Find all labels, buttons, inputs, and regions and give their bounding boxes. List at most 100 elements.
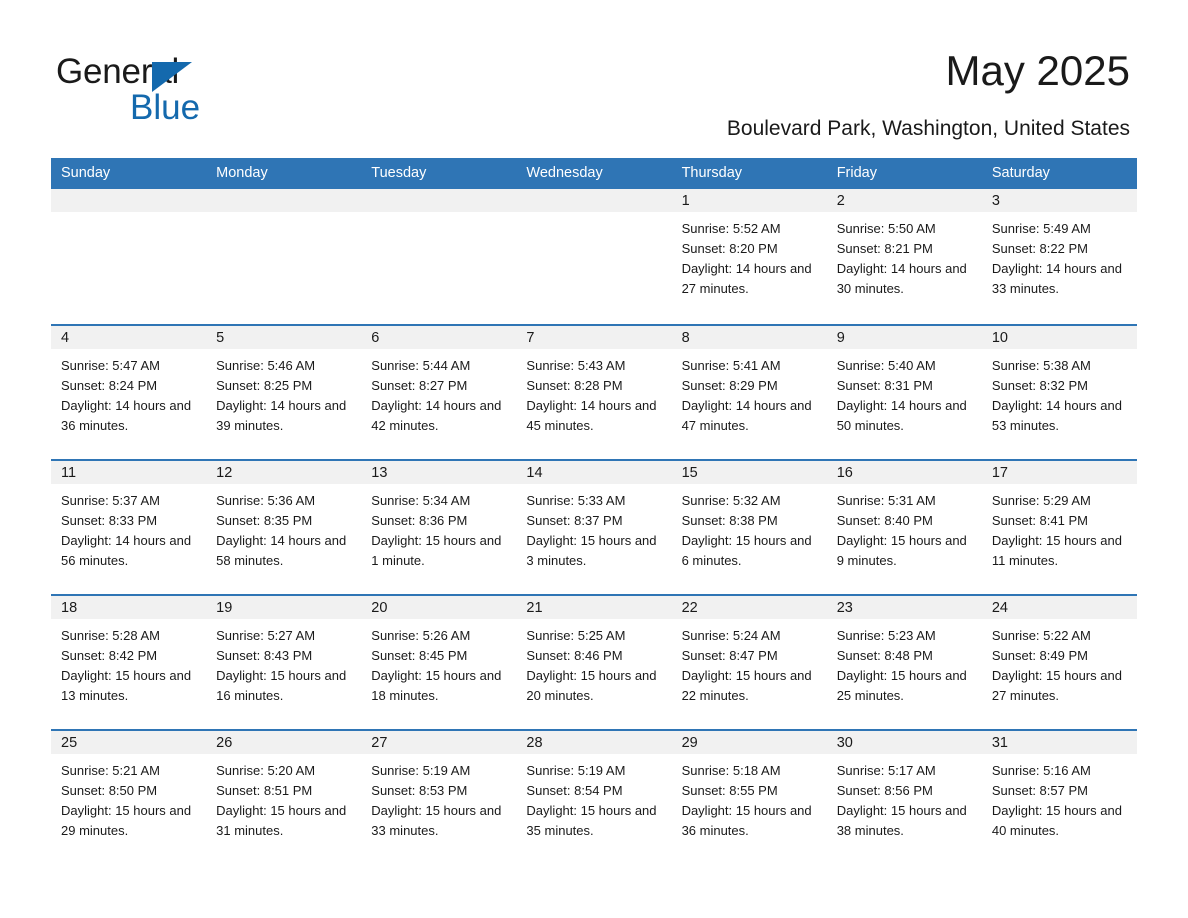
calendar-day-cell[interactable]: 10 Sunrise: 5:38 AM Sunset: 8:32 PM Dayligh… — [981, 324, 1137, 459]
day-details: Sunrise: 5:32 AM Sunset: 8:38 PM Daylight:… — [672, 484, 827, 571]
calendar-day-cell[interactable]: 28 Sunrise: 5:19 AM Sunset: 8:54 PM Dayligh… — [516, 729, 672, 864]
day-cell[interactable]: 27 Sunrise: 5:19 AM Sunset: 8:53 PM Dayligh… — [361, 729, 517, 864]
day-number: 2 — [826, 189, 982, 212]
day-cell[interactable]: 20 Sunrise: 5:26 AM Sunset: 8:45 PM Dayligh… — [361, 594, 517, 729]
sunset-text: Sunset: 8:27 PM — [371, 378, 468, 393]
day-details: Sunrise: 5:17 AM Sunset: 8:56 PM Daylight:… — [827, 754, 982, 841]
calendar-week-row: 18 Sunrise: 5:28 AM Sunset: 8:42 PM Dayligh… — [51, 594, 1137, 729]
weekday-header-friday: Friday — [826, 158, 982, 189]
calendar-day-cell[interactable]: 17 Sunrise: 5:29 AM Sunset: 8:41 PM Dayligh… — [981, 459, 1137, 594]
calendar-day-cell[interactable]: 7 Sunrise: 5:43 AM Sunset: 8:28 PM Daylight… — [516, 324, 672, 459]
day-cell[interactable]: 14 Sunrise: 5:33 AM Sunset: 8:37 PM Dayligh… — [516, 459, 672, 594]
calendar-day-cell[interactable]: 26 Sunrise: 5:20 AM Sunset: 8:51 PM Dayligh… — [206, 729, 362, 864]
day-cell[interactable]: 4 Sunrise: 5:47 AM Sunset: 8:24 PM Daylight… — [51, 324, 207, 459]
calendar-day-cell[interactable] — [206, 189, 362, 324]
day-cell[interactable]: 26 Sunrise: 5:20 AM Sunset: 8:51 PM Dayligh… — [206, 729, 362, 864]
calendar-day-cell[interactable]: 20 Sunrise: 5:26 AM Sunset: 8:45 PM Dayligh… — [361, 594, 517, 729]
calendar-day-cell[interactable]: 25 Sunrise: 5:21 AM Sunset: 8:50 PM Dayligh… — [51, 729, 207, 864]
calendar-day-cell[interactable]: 30 Sunrise: 5:17 AM Sunset: 8:56 PM Dayligh… — [826, 729, 982, 864]
calendar-day-cell[interactable]: 4 Sunrise: 5:47 AM Sunset: 8:24 PM Daylight… — [51, 324, 207, 459]
day-cell[interactable]: 16 Sunrise: 5:31 AM Sunset: 8:40 PM Dayligh… — [826, 459, 982, 594]
day-cell[interactable]: 19 Sunrise: 5:27 AM Sunset: 8:43 PM Dayligh… — [206, 594, 362, 729]
calendar-day-cell[interactable]: 8 Sunrise: 5:41 AM Sunset: 8:29 PM Daylight… — [671, 324, 827, 459]
calendar-day-cell[interactable]: 31 Sunrise: 5:16 AM Sunset: 8:57 PM Dayligh… — [981, 729, 1137, 864]
daylight-text: Daylight: 14 hours and 58 minutes. — [216, 533, 347, 568]
calendar-day-cell[interactable]: 19 Sunrise: 5:27 AM Sunset: 8:43 PM Dayligh… — [206, 594, 362, 729]
day-cell[interactable]: 10 Sunrise: 5:38 AM Sunset: 8:32 PM Dayligh… — [981, 324, 1137, 459]
daylight-text: Daylight: 15 hours and 9 minutes. — [836, 533, 967, 568]
day-details: Sunrise: 5:41 AM Sunset: 8:29 PM Daylight:… — [672, 349, 827, 436]
day-cell[interactable]: 7 Sunrise: 5:43 AM Sunset: 8:28 PM Daylight… — [516, 324, 672, 459]
day-number: 25 — [51, 731, 207, 754]
day-cell[interactable]: 5 Sunrise: 5:46 AM Sunset: 8:25 PM Daylight… — [206, 324, 362, 459]
logo-text-blue: Blue — [130, 88, 201, 127]
day-cell[interactable]: 9 Sunrise: 5:40 AM Sunset: 8:31 PM Daylight… — [826, 324, 982, 459]
sunset-text: Sunset: 8:35 PM — [216, 513, 313, 528]
day-number: 13 — [361, 461, 517, 484]
sunrise-text: Sunrise: 5:25 AM — [526, 628, 626, 643]
calendar-day-cell[interactable]: 18 Sunrise: 5:28 AM Sunset: 8:42 PM Dayligh… — [51, 594, 207, 729]
day-cell[interactable]: 23 Sunrise: 5:23 AM Sunset: 8:48 PM Dayligh… — [826, 594, 982, 729]
day-details: Sunrise: 5:23 AM Sunset: 8:48 PM Daylight:… — [827, 619, 982, 706]
calendar-day-cell[interactable]: 16 Sunrise: 5:31 AM Sunset: 8:40 PM Dayligh… — [826, 459, 982, 594]
calendar-day-cell[interactable]: 11 Sunrise: 5:37 AM Sunset: 8:33 PM Dayligh… — [51, 459, 207, 594]
day-cell[interactable]: 17 Sunrise: 5:29 AM Sunset: 8:41 PM Dayligh… — [981, 459, 1137, 594]
sunset-text: Sunset: 8:36 PM — [371, 513, 468, 528]
day-cell[interactable]: 24 Sunrise: 5:22 AM Sunset: 8:49 PM Dayligh… — [981, 594, 1137, 729]
day-details: Sunrise: 5:27 AM Sunset: 8:43 PM Daylight:… — [206, 619, 361, 706]
day-cell[interactable]: 15 Sunrise: 5:32 AM Sunset: 8:38 PM Dayligh… — [671, 459, 827, 594]
calendar-day-cell[interactable] — [516, 189, 672, 324]
day-cell[interactable]: 1 Sunrise: 5:52 AM Sunset: 8:20 PM Daylight… — [671, 189, 827, 324]
calendar-day-cell[interactable]: 22 Sunrise: 5:24 AM Sunset: 8:47 PM Dayligh… — [671, 594, 827, 729]
day-details: Sunrise: 5:28 AM Sunset: 8:42 PM Daylight:… — [51, 619, 206, 706]
day-details: Sunrise: 5:40 AM Sunset: 8:31 PM Daylight:… — [827, 349, 982, 436]
day-cell[interactable]: 13 Sunrise: 5:34 AM Sunset: 8:36 PM Dayligh… — [361, 459, 517, 594]
day-cell[interactable]: 21 Sunrise: 5:25 AM Sunset: 8:46 PM Dayligh… — [516, 594, 672, 729]
calendar-day-cell[interactable]: 2 Sunrise: 5:50 AM Sunset: 8:21 PM Daylight… — [826, 189, 982, 324]
calendar-day-cell[interactable]: 24 Sunrise: 5:22 AM Sunset: 8:49 PM Dayligh… — [981, 594, 1137, 729]
calendar-day-cell[interactable]: 3 Sunrise: 5:49 AM Sunset: 8:22 PM Daylight… — [981, 189, 1137, 324]
calendar-day-cell[interactable]: 13 Sunrise: 5:34 AM Sunset: 8:36 PM Dayligh… — [361, 459, 517, 594]
day-cell[interactable]: 6 Sunrise: 5:44 AM Sunset: 8:27 PM Daylight… — [361, 324, 517, 459]
day-number: 26 — [206, 731, 362, 754]
sunrise-text: Sunrise: 5:18 AM — [681, 763, 781, 778]
calendar-day-cell[interactable]: 9 Sunrise: 5:40 AM Sunset: 8:31 PM Daylight… — [826, 324, 982, 459]
generalblue-logo[interactable]: General Blue — [56, 52, 376, 128]
daylight-text: Daylight: 14 hours and 27 minutes. — [681, 261, 812, 296]
calendar-day-cell[interactable]: 27 Sunrise: 5:19 AM Sunset: 8:53 PM Dayligh… — [361, 729, 517, 864]
calendar-day-cell[interactable] — [361, 189, 517, 324]
day-number: 6 — [361, 326, 517, 349]
sunrise-text: Sunrise: 5:33 AM — [526, 493, 626, 508]
day-cell[interactable]: 18 Sunrise: 5:28 AM Sunset: 8:42 PM Dayligh… — [51, 594, 207, 729]
calendar-day-cell[interactable]: 12 Sunrise: 5:36 AM Sunset: 8:35 PM Dayligh… — [206, 459, 362, 594]
day-cell[interactable]: 30 Sunrise: 5:17 AM Sunset: 8:56 PM Dayligh… — [826, 729, 982, 864]
day-cell[interactable]: 8 Sunrise: 5:41 AM Sunset: 8:29 PM Daylight… — [671, 324, 827, 459]
day-details: Sunrise: 5:33 AM Sunset: 8:37 PM Daylight:… — [516, 484, 671, 571]
calendar-day-cell[interactable]: 21 Sunrise: 5:25 AM Sunset: 8:46 PM Dayligh… — [516, 594, 672, 729]
sunset-text: Sunset: 8:28 PM — [526, 378, 623, 393]
day-cell[interactable]: 2 Sunrise: 5:50 AM Sunset: 8:21 PM Daylight… — [826, 189, 982, 324]
sunrise-text: Sunrise: 5:22 AM — [991, 628, 1091, 643]
day-cell[interactable]: 12 Sunrise: 5:36 AM Sunset: 8:35 PM Dayligh… — [206, 459, 362, 594]
calendar-day-cell[interactable]: 29 Sunrise: 5:18 AM Sunset: 8:55 PM Dayligh… — [671, 729, 827, 864]
calendar-day-cell[interactable]: 15 Sunrise: 5:32 AM Sunset: 8:38 PM Dayligh… — [671, 459, 827, 594]
calendar-day-cell[interactable]: 1 Sunrise: 5:52 AM Sunset: 8:20 PM Daylight… — [671, 189, 827, 324]
day-cell[interactable]: 29 Sunrise: 5:18 AM Sunset: 8:55 PM Dayligh… — [671, 729, 827, 864]
day-number — [361, 189, 517, 212]
day-number — [51, 189, 207, 212]
day-details: Sunrise: 5:16 AM Sunset: 8:57 PM Daylight:… — [982, 754, 1137, 841]
day-cell[interactable]: 25 Sunrise: 5:21 AM Sunset: 8:50 PM Dayligh… — [51, 729, 207, 864]
day-cell[interactable]: 11 Sunrise: 5:37 AM Sunset: 8:33 PM Dayligh… — [51, 459, 207, 594]
sunset-text: Sunset: 8:54 PM — [526, 783, 623, 798]
calendar-day-cell[interactable]: 6 Sunrise: 5:44 AM Sunset: 8:27 PM Daylight… — [361, 324, 517, 459]
calendar-day-cell[interactable]: 23 Sunrise: 5:23 AM Sunset: 8:48 PM Dayligh… — [826, 594, 982, 729]
day-cell[interactable]: 3 Sunrise: 5:49 AM Sunset: 8:22 PM Daylight… — [981, 189, 1137, 324]
calendar-day-cell[interactable]: 5 Sunrise: 5:46 AM Sunset: 8:25 PM Daylight… — [206, 324, 362, 459]
day-cell[interactable]: 22 Sunrise: 5:24 AM Sunset: 8:47 PM Dayligh… — [671, 594, 827, 729]
calendar-day-cell[interactable]: 14 Sunrise: 5:33 AM Sunset: 8:37 PM Dayligh… — [516, 459, 672, 594]
day-number: 31 — [981, 731, 1137, 754]
calendar-day-cell[interactable] — [51, 189, 207, 324]
day-cell[interactable]: 31 Sunrise: 5:16 AM Sunset: 8:57 PM Dayligh… — [981, 729, 1137, 864]
sunset-text: Sunset: 8:37 PM — [526, 513, 623, 528]
day-cell[interactable]: 28 Sunrise: 5:19 AM Sunset: 8:54 PM Dayligh… — [516, 729, 672, 864]
